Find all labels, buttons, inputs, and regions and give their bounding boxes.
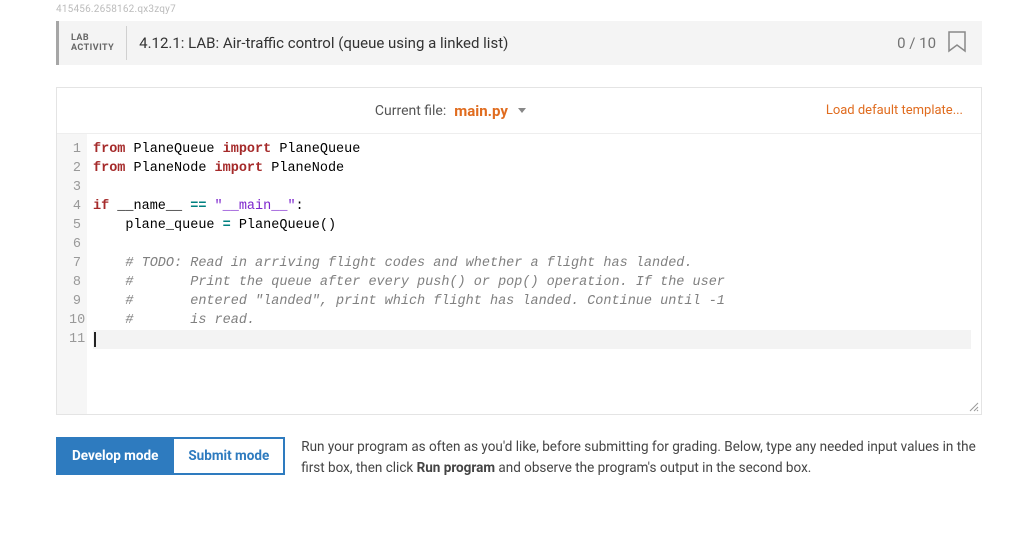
lab-title: 4.12.1: LAB: Air-traffic control (queue … xyxy=(127,34,897,52)
lab-header: LAB ACTIVITY 4.12.1: LAB: Air-traffic co… xyxy=(56,21,982,65)
line-number-gutter: 1234567891011 xyxy=(57,134,87,414)
code-line[interactable]: # entered "landed", print which flight h… xyxy=(93,292,971,311)
mode-toggle: Develop mode Submit mode xyxy=(56,437,285,475)
controls-row: Develop mode Submit mode Run your progra… xyxy=(56,437,982,479)
code-line[interactable] xyxy=(93,330,971,349)
lab-activity-line2: ACTIVITY xyxy=(71,43,114,53)
develop-mode-button[interactable]: Develop mode xyxy=(56,437,174,475)
chevron-down-icon xyxy=(518,108,526,113)
lab-activity-line1: LAB xyxy=(71,33,89,43)
watermark-id: 415456.2658162.qx3zqy7 xyxy=(0,0,1024,21)
code-line[interactable]: from PlaneQueue import PlaneQueue xyxy=(93,140,971,159)
code-editor[interactable]: 1234567891011 from PlaneQueue import Pla… xyxy=(57,134,981,414)
load-default-template-link[interactable]: Load default template... xyxy=(826,103,963,118)
text-cursor xyxy=(94,332,96,347)
submit-mode-button[interactable]: Submit mode xyxy=(174,437,285,475)
code-line[interactable] xyxy=(93,235,971,254)
code-line[interactable] xyxy=(93,178,971,197)
file-bar: Current file: main.py Load default templ… xyxy=(57,88,981,134)
file-label: Current file: xyxy=(375,103,446,119)
code-line[interactable]: # TODO: Read in arriving flight codes an… xyxy=(93,254,971,273)
code-line[interactable]: plane_queue = PlaneQueue() xyxy=(93,216,971,235)
code-line[interactable]: # is read. xyxy=(93,311,971,330)
editor-box: Current file: main.py Load default templ… xyxy=(56,87,982,415)
file-selector[interactable]: Current file: main.py xyxy=(75,102,826,120)
resize-handle-icon[interactable] xyxy=(967,400,979,412)
code-line[interactable]: # Print the queue after every push() or … xyxy=(93,273,971,292)
code-lines[interactable]: from PlaneQueue import PlaneQueuefrom Pl… xyxy=(87,134,981,414)
code-line[interactable]: if __name__ == "__main__": xyxy=(93,197,971,216)
instructions-bold: Run program xyxy=(417,460,495,476)
instructions-text: Run your program as often as you'd like,… xyxy=(301,437,982,479)
code-line[interactable]: from PlaneNode import PlaneNode xyxy=(93,159,971,178)
lab-container: LAB ACTIVITY 4.12.1: LAB: Air-traffic co… xyxy=(56,21,982,479)
file-name: main.py xyxy=(454,102,508,120)
lab-activity-label: LAB ACTIVITY xyxy=(59,26,127,60)
lab-score: 0 / 10 xyxy=(897,34,946,52)
instructions-post: and observe the program's output in the … xyxy=(495,460,811,476)
bookmark-icon[interactable] xyxy=(946,30,968,56)
